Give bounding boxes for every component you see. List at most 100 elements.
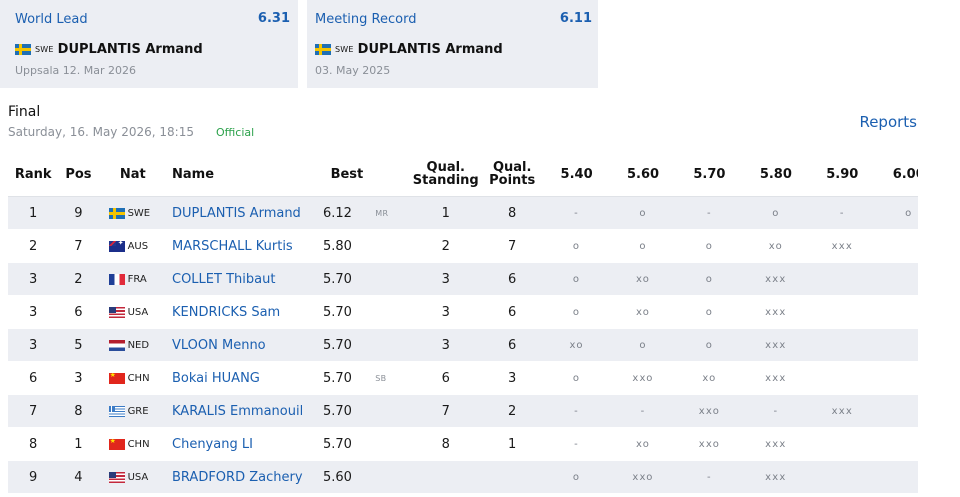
qual-points-cell (480, 460, 544, 494)
record-badge (365, 295, 411, 329)
attempt-cell: o (875, 196, 918, 230)
header-height: 5.40 (543, 152, 610, 197)
pos-cell: 6 (58, 295, 99, 329)
best-cell: 5.70 (323, 328, 366, 362)
pos-cell: 8 (58, 394, 99, 428)
nat-cell: CHN (98, 361, 167, 395)
record-badge: SB (365, 361, 411, 395)
record-badge (365, 262, 411, 296)
attempt-cell (809, 328, 876, 362)
table-row: 3 6 USA KENDRICKS Sam 5.70 3 6 o xo o xx… (8, 295, 918, 329)
attempt-cell: - (609, 394, 677, 428)
athlete-name: DUPLANTIS Armand (57, 42, 203, 57)
attempt-cell: o (676, 262, 743, 296)
attempt-cell (875, 328, 918, 362)
record-badge (365, 427, 411, 461)
athlete-name-link[interactable]: Chenyang LI (167, 427, 323, 461)
attempt-cell: - (676, 460, 743, 494)
sweden-flag-icon (315, 44, 331, 55)
athlete-name-link[interactable]: DUPLANTIS Armand (167, 196, 323, 230)
attempt-cell: - (742, 394, 810, 428)
usa-flag-icon (108, 471, 125, 483)
china-flag-icon (108, 372, 125, 384)
best-cell: 5.70 (323, 262, 366, 296)
meeting-record-meta: 03. May 2025 (315, 64, 391, 77)
table-row: 6 3 CHN Bokai HUANG 5.70 SB 6 3 o xxo xo… (8, 361, 918, 395)
pos-cell: 5 (58, 328, 99, 362)
attempt-cell (809, 295, 876, 329)
table-row: 3 2 FRA COLLET Thibaut 5.70 3 6 o xo o x… (8, 262, 918, 296)
qual-standing-cell (410, 460, 481, 494)
header-height: 6.00 (875, 152, 918, 197)
rank-cell: 8 (8, 427, 59, 461)
header-height: 5.70 (676, 152, 743, 197)
best-cell: 5.70 (323, 295, 366, 329)
nat-cell: GRE (98, 394, 167, 428)
attempt-cell: - (543, 394, 610, 428)
qual-standing-cell: 8 (410, 427, 481, 461)
athlete-name-link[interactable]: BRADFORD Zachery (167, 460, 323, 494)
nat-cell: AUS (98, 229, 167, 263)
rank-cell: 1 (8, 196, 59, 230)
country-code: USA (127, 471, 149, 483)
world-lead-value: 6.31 (257, 11, 290, 26)
table-row: 3 5 NED VLOON Menno 5.70 3 6 xo o o xxx (8, 328, 918, 362)
netherlands-flag-icon (108, 339, 125, 351)
attempt-cell: - (543, 427, 610, 461)
rank-cell: 7 (8, 394, 59, 428)
attempt-cell: o (543, 229, 610, 263)
world-lead-card: World Lead 6.31 SWE DUPLANTIS Armand Upp… (0, 0, 298, 88)
meeting-record-value: 6.11 (559, 11, 592, 26)
pos-cell: 2 (58, 262, 99, 296)
athlete-name: DUPLANTIS Armand (357, 42, 503, 57)
qual-standing-cell: 7 (410, 394, 481, 428)
country-code: SWE (335, 45, 354, 54)
athlete-name-link[interactable]: KENDRICKS Sam (167, 295, 323, 329)
attempt-cell: o (742, 196, 810, 230)
attempt-cell (875, 460, 918, 494)
pos-cell: 7 (58, 229, 99, 263)
athlete-name-link[interactable]: Bokai HUANG (167, 361, 323, 395)
record-badge (365, 328, 411, 362)
pos-cell: 4 (58, 460, 99, 494)
attempt-cell: xxx (809, 394, 876, 428)
athlete-name-link[interactable]: COLLET Thibaut (167, 262, 323, 296)
qual-standing-cell: 3 (410, 262, 481, 296)
attempt-cell: xxx (742, 460, 810, 494)
athlete-name-link[interactable]: VLOON Menno (167, 328, 323, 362)
athlete-name-link[interactable]: MARSCHALL Kurtis (167, 229, 323, 263)
results-table: Rank Pos Nat Name Best Qual. Standing Qu… (8, 152, 918, 494)
header-qual-points: Qual. Points (480, 152, 544, 197)
attempt-cell (875, 262, 918, 296)
attempt-cell: o (543, 262, 610, 296)
qual-standing-cell: 1 (410, 196, 481, 230)
attempt-cell: - (543, 196, 610, 230)
attempt-cell (875, 229, 918, 263)
header-spacer (365, 152, 411, 197)
athlete-name-link[interactable]: KARALIS Emmanouil (167, 394, 323, 428)
nat-cell: USA (98, 295, 167, 329)
world-lead-meta: Uppsala 12. Mar 2026 (15, 64, 137, 77)
world-lead-athlete: SWE DUPLANTIS Armand (15, 42, 203, 57)
attempt-cell: - (809, 196, 876, 230)
attempt-cell: xo (609, 427, 677, 461)
country-code: FRA (127, 273, 147, 285)
attempt-cell: o (676, 229, 743, 263)
rank-cell: 3 (8, 328, 59, 362)
record-badge: MR (365, 196, 411, 230)
attempt-cell: xo (742, 229, 810, 263)
attempt-cell: o (543, 460, 610, 494)
event-datetime: Saturday, 16. May 2026, 18:15 (8, 125, 194, 139)
attempt-cell (809, 262, 876, 296)
section-meta: Saturday, 16. May 2026, 18:15 Official (8, 125, 254, 139)
attempt-cell: o (543, 361, 610, 395)
attempt-cell: o (609, 229, 677, 263)
header-rank: Rank (8, 152, 59, 197)
reports-link[interactable]: Reports (859, 113, 917, 131)
nat-cell: SWE (98, 196, 167, 230)
attempt-cell: xxo (609, 460, 677, 494)
header-height: 5.60 (609, 152, 677, 197)
attempt-cell: - (676, 196, 743, 230)
france-flag-icon (108, 273, 125, 285)
meeting-record-card: Meeting Record 6.11 SWE DUPLANTIS Armand… (307, 0, 598, 88)
